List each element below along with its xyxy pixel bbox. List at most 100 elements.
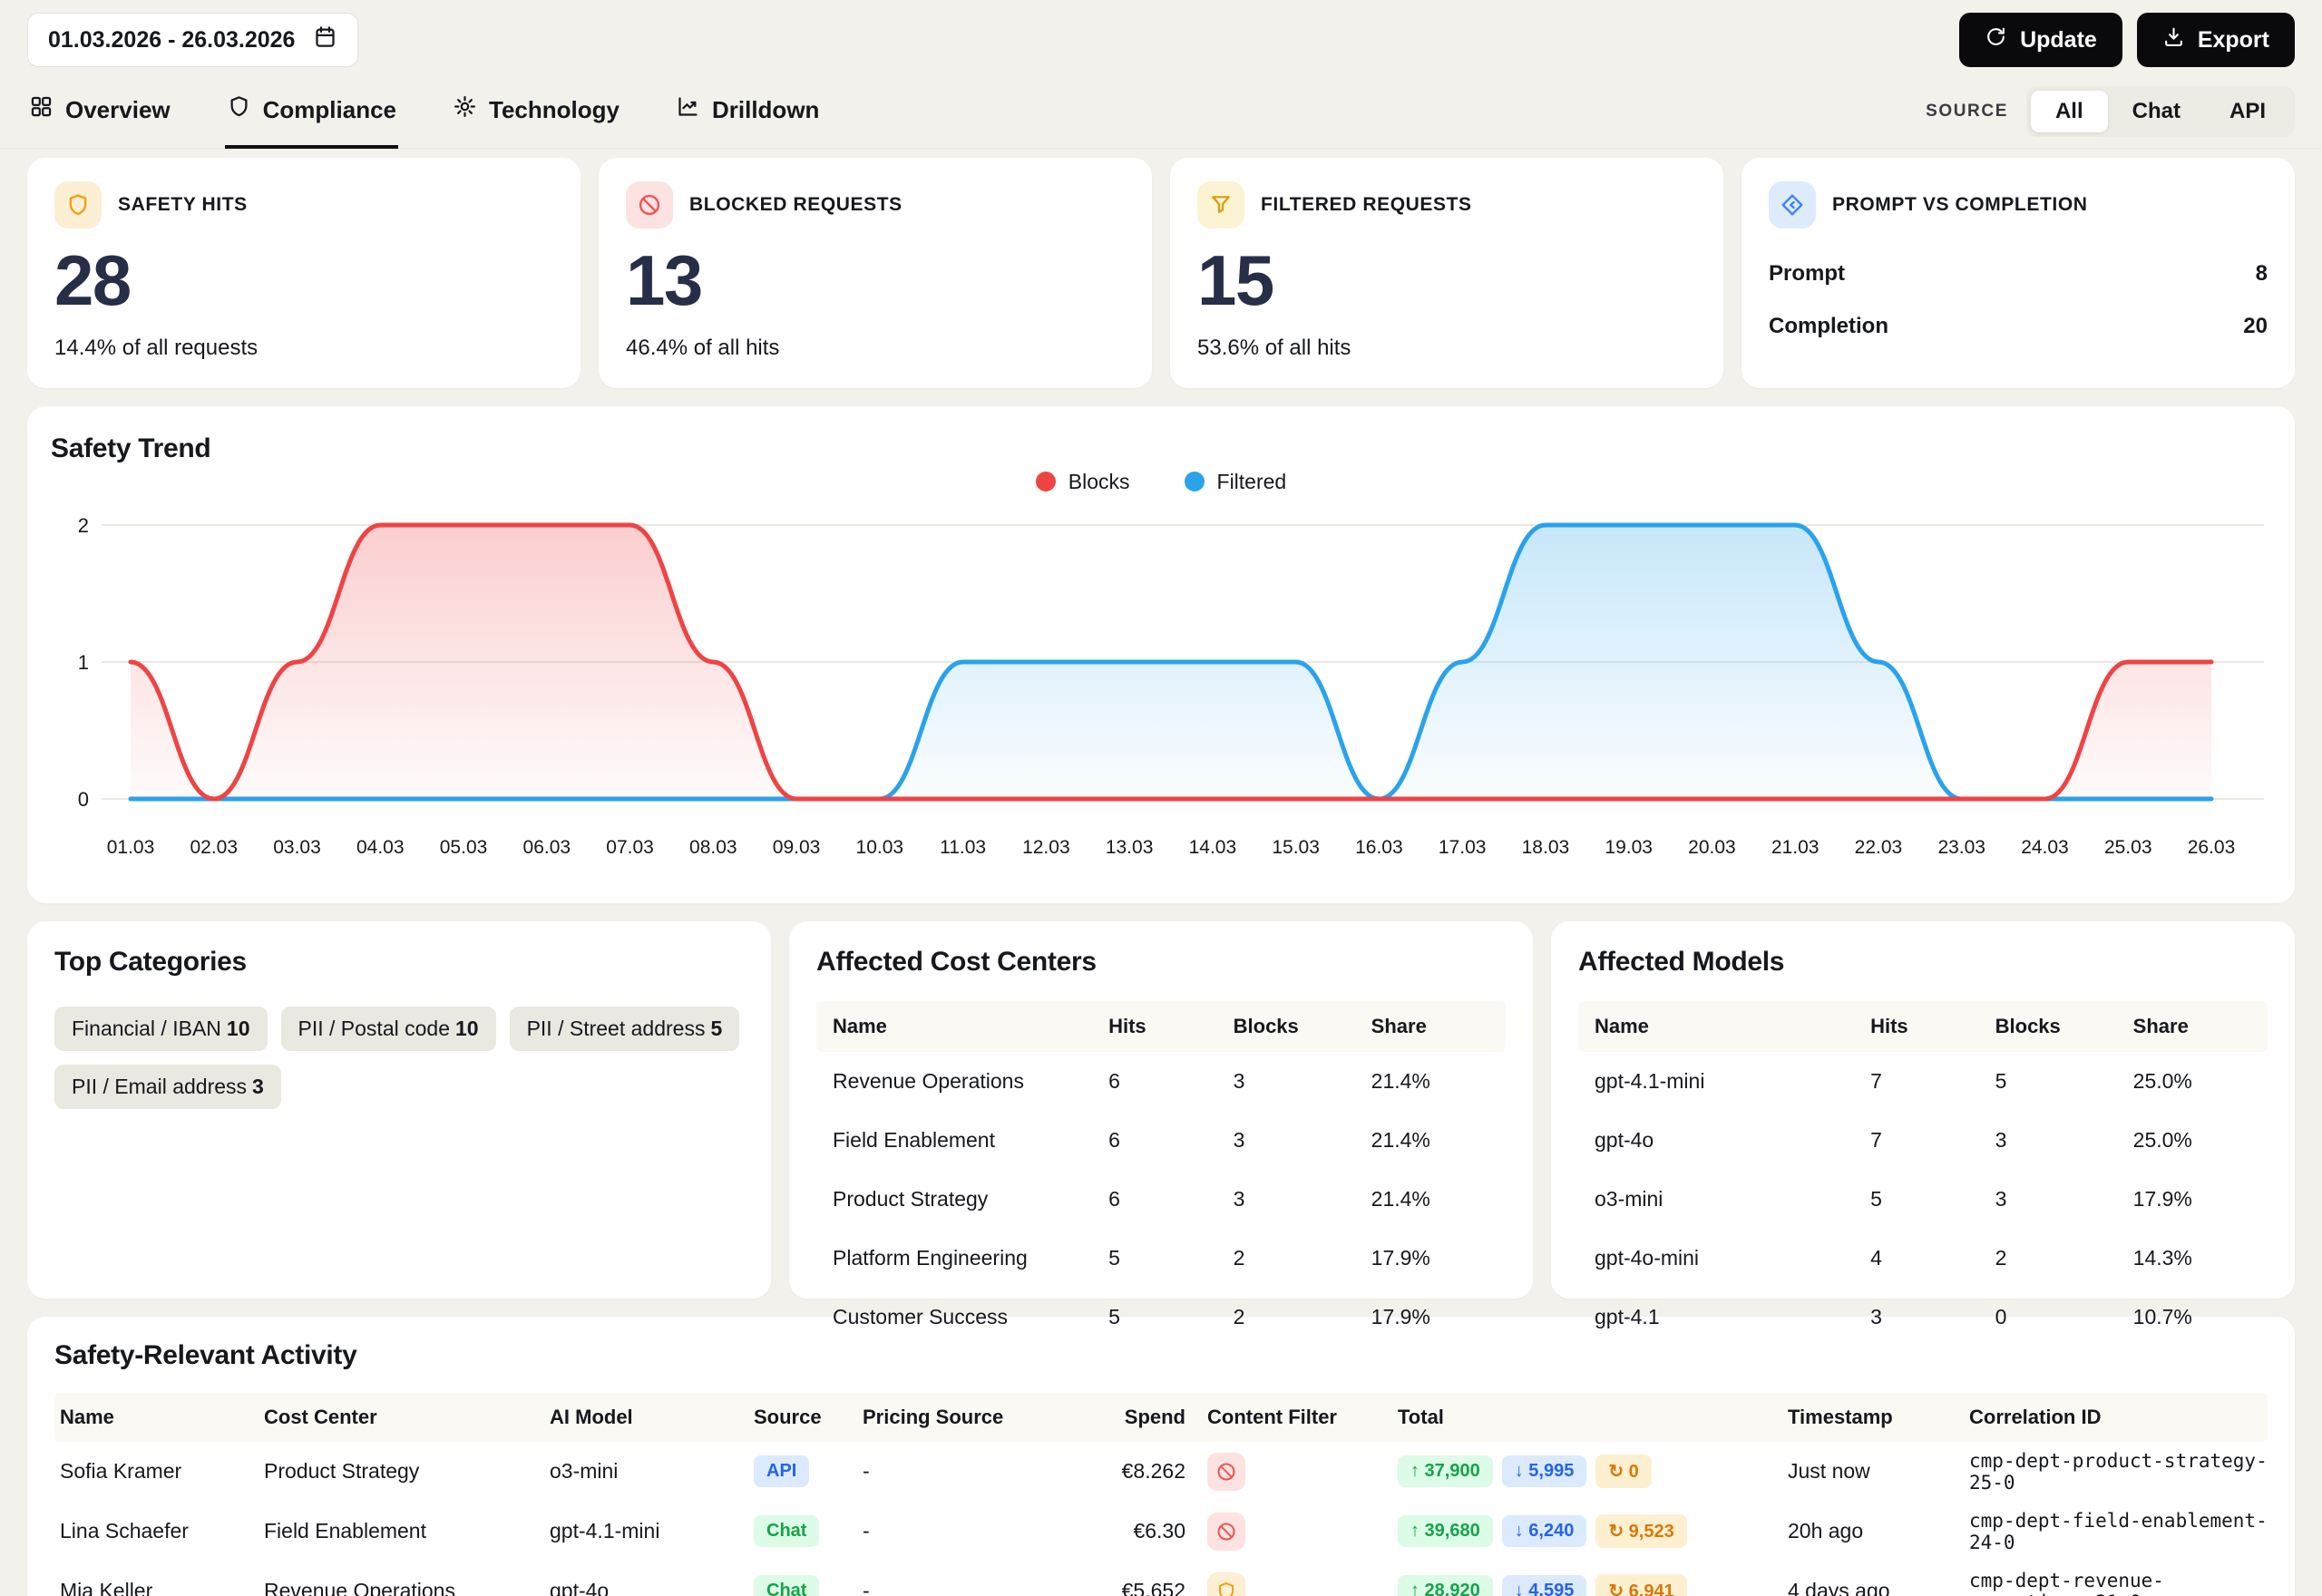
activity-row: Sofia Kramer Product Strategy o3-mini AP… — [54, 1442, 2268, 1502]
category-chip[interactable]: PII / Email address3 — [54, 1065, 281, 1109]
cell-name: Revenue Operations — [833, 1069, 1108, 1094]
cell-hits: 5 — [1108, 1246, 1234, 1270]
cell-pricing-source: - — [863, 1519, 1089, 1543]
cell-hits: 7 — [1870, 1069, 1995, 1094]
source-badge: API — [754, 1455, 809, 1487]
grid-icon — [29, 94, 54, 125]
tabs: Overview Compliance Technology Drilldown — [27, 78, 821, 148]
top-categories-panel: Top Categories Financial / IBAN10PII / P… — [27, 921, 771, 1299]
cell-name: Lina Schaefer — [60, 1519, 255, 1543]
cell-share: 17.9% — [1371, 1305, 1489, 1329]
cell-spend: €8.262 — [1098, 1459, 1198, 1484]
cell-name: Product Strategy — [833, 1187, 1108, 1212]
cell-cost-center: Product Strategy — [264, 1459, 541, 1484]
category-chip[interactable]: PII / Street address5 — [510, 1007, 740, 1051]
calendar-icon — [313, 24, 337, 55]
svg-text:1: 1 — [78, 651, 89, 674]
cell-blocks: 2 — [1995, 1246, 2133, 1270]
svg-text:14.03: 14.03 — [1189, 837, 1237, 858]
tab-compliance[interactable]: Compliance — [225, 78, 398, 149]
refresh-icon: ↻ — [1608, 1522, 1624, 1542]
safety-trend-panel: Safety Trend Blocks Filtered 01201.0302.… — [27, 406, 2295, 903]
cell-source: API — [754, 1455, 854, 1487]
svg-text:20.03: 20.03 — [1688, 837, 1736, 858]
refresh-icon — [1985, 25, 2007, 54]
cell-hits: 4 — [1870, 1246, 1995, 1270]
tab-bar: Overview Compliance Technology Drilldown… — [0, 78, 2322, 149]
cell-hits: 6 — [1108, 1187, 1234, 1212]
cell-blocks: 0 — [1995, 1305, 2133, 1329]
svg-text:08.03: 08.03 — [689, 837, 737, 858]
kv-value: 8 — [2256, 261, 2268, 287]
cell-blocks: 3 — [1995, 1128, 2133, 1153]
svg-text:11.03: 11.03 — [940, 837, 986, 858]
table-row: gpt-4.1 3 0 10.7% — [1578, 1288, 2268, 1347]
cell-name: gpt-4o — [1595, 1128, 1870, 1153]
top-actions: Update Export — [1959, 13, 2295, 67]
cell-content-filter — [1207, 1513, 1389, 1551]
block-icon — [626, 181, 673, 229]
svg-text:10.03: 10.03 — [856, 837, 904, 858]
cell-hits: 5 — [1108, 1305, 1234, 1329]
card-subtitle: 46.4% of all hits — [626, 336, 1125, 361]
svg-text:04.03: 04.03 — [356, 837, 405, 858]
source-label: SOURCE — [1926, 102, 2008, 122]
cell-total: ↑ 28,920 ↓ 4,595 ↻ 6,941 — [1398, 1574, 1779, 1596]
date-range-picker[interactable]: 01.03.2026 - 26.03.2026 — [27, 13, 358, 67]
update-button[interactable]: Update — [1959, 13, 2122, 67]
svg-text:24.03: 24.03 — [2021, 837, 2069, 858]
cell-spend: €5.652 — [1098, 1579, 1198, 1596]
table-row: o3-mini 5 3 17.9% — [1578, 1170, 2268, 1229]
column-header: Pricing Source — [863, 1406, 1089, 1429]
svg-text:12.03: 12.03 — [1022, 837, 1070, 858]
shield-icon — [227, 94, 251, 125]
panel-title: Affected Models — [1578, 947, 2268, 978]
shield-icon — [54, 181, 102, 229]
kv-value: 20 — [2243, 314, 2268, 339]
card-label: FILTERED REQUESTS — [1261, 194, 1472, 216]
cell-name: gpt-4.1 — [1595, 1305, 1870, 1329]
panel-title: Affected Cost Centers — [816, 947, 1506, 978]
table-header: NameHitsBlocksShare — [816, 1001, 1506, 1052]
source-option-all[interactable]: All — [2031, 91, 2108, 132]
cell-pricing-source: - — [863, 1459, 1089, 1484]
source-option-chat[interactable]: Chat — [2108, 91, 2205, 132]
category-chip[interactable]: Financial / IBAN10 — [54, 1007, 268, 1051]
cell-blocks: 2 — [1234, 1305, 1371, 1329]
card-subtitle: 53.6% of all hits — [1197, 336, 1696, 361]
models-panel: Affected Models NameHitsBlocksShare gpt-… — [1551, 921, 2295, 1299]
cell-share: 17.9% — [1371, 1246, 1489, 1270]
tab-drilldown[interactable]: Drilldown — [674, 78, 821, 149]
card-value: 13 — [626, 245, 1125, 316]
svg-text:19.03: 19.03 — [1605, 837, 1653, 858]
funnel-icon — [1197, 181, 1244, 229]
cell-cost-center: Field Enablement — [264, 1519, 541, 1543]
card-filtered-requests: FILTERED REQUESTS 15 53.6% of all hits — [1170, 158, 1723, 388]
legend-item-blocks[interactable]: Blocks — [1036, 470, 1130, 494]
date-range-value: 01.03.2026 - 26.03.2026 — [48, 27, 295, 54]
panels-row: Top Categories Financial / IBAN10PII / P… — [27, 921, 2295, 1299]
cell-model: gpt-4o — [550, 1579, 745, 1596]
activity-row: Mia Keller Revenue Operations gpt-4o Cha… — [54, 1562, 2268, 1596]
svg-text:2: 2 — [78, 514, 89, 537]
legend-item-filtered[interactable]: Filtered — [1185, 470, 1287, 494]
refresh-icon: ↻ — [1608, 1462, 1624, 1482]
tab-overview[interactable]: Overview — [27, 78, 172, 149]
table-row: Platform Engineering 5 2 17.9% — [816, 1229, 1506, 1288]
update-label: Update — [2020, 27, 2097, 54]
cell-blocks: 3 — [1234, 1128, 1371, 1153]
cell-name: gpt-4o-mini — [1595, 1246, 1870, 1270]
source-option-api[interactable]: API — [2205, 91, 2290, 132]
table-row: Field Enablement 6 3 21.4% — [816, 1111, 1506, 1170]
column-header: Name — [833, 1015, 1108, 1038]
category-chip[interactable]: PII / Postal code10 — [281, 1007, 496, 1051]
cell-source: Chat — [754, 1515, 854, 1547]
activity-table-header: NameCost CenterAI ModelSourcePricing Sou… — [54, 1393, 2268, 1442]
tab-technology[interactable]: Technology — [451, 78, 621, 149]
export-button[interactable]: Export — [2137, 13, 2295, 67]
cell-correlation-id: cmp-dept-revenue-operations-21-0 — [1969, 1570, 2268, 1596]
cell-source: Chat — [754, 1575, 854, 1596]
table-row: Customer Success 5 2 17.9% — [816, 1288, 1506, 1347]
svg-text:15.03: 15.03 — [1272, 837, 1320, 858]
activity-panel: Safety-Relevant Activity NameCost Center… — [27, 1317, 2295, 1596]
